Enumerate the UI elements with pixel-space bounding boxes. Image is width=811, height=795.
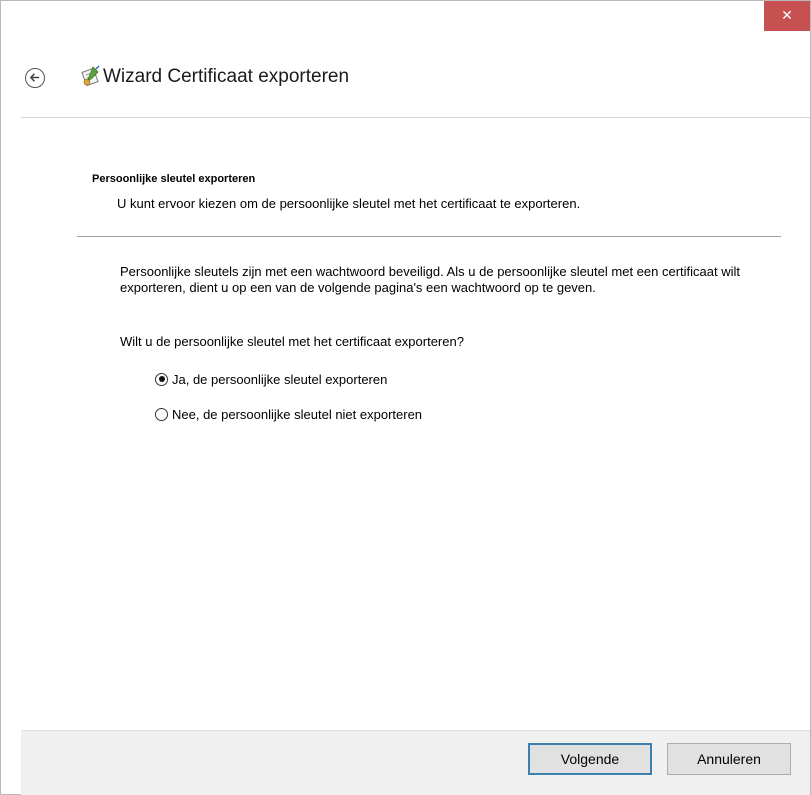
wizard-footer: Volgende Annuleren	[21, 730, 810, 795]
wizard-title: Wizard Certificaat exporteren	[103, 66, 350, 87]
radio-export-no[interactable]: Nee, de persoonlijke sleutel niet export…	[155, 405, 422, 423]
title-bar: ✕	[1, 1, 810, 41]
radio-export-yes[interactable]: Ja, de persoonlijke sleutel exporteren	[155, 370, 387, 388]
certificate-wizard-icon	[81, 65, 100, 87]
radio-unchecked-icon[interactable]	[155, 407, 168, 421]
divider	[77, 236, 781, 237]
radio-checked-icon[interactable]	[155, 372, 168, 386]
radio-label-no: Nee, de persoonlijke sleutel niet export…	[172, 406, 423, 422]
section-title: Persoonlijke sleutel exporteren	[92, 173, 256, 185]
back-arrow-icon	[30, 73, 40, 82]
close-icon: ✕	[781, 8, 793, 24]
next-button[interactable]: Volgende	[528, 743, 652, 775]
info-text: Persoonlijke sleutels zijn met een wacht…	[120, 264, 740, 295]
radio-label-yes: Ja, de persoonlijke sleutel exporteren	[172, 371, 388, 387]
cancel-button[interactable]: Annuleren	[667, 743, 791, 775]
back-button[interactable]	[25, 68, 45, 88]
wizard-window: ✕ Wizard Certificaat exporteren Persoonl…	[0, 0, 811, 795]
close-button[interactable]: ✕	[764, 1, 810, 31]
wizard-header: Wizard Certificaat exporteren	[1, 53, 810, 105]
wizard-content: Persoonlijke sleutel exporteren U kunt e…	[21, 117, 810, 731]
section-description: U kunt ervoor kiezen om de persoonlijke …	[117, 196, 581, 211]
question-text: Wilt u de persoonlijke sleutel met het c…	[120, 334, 464, 349]
